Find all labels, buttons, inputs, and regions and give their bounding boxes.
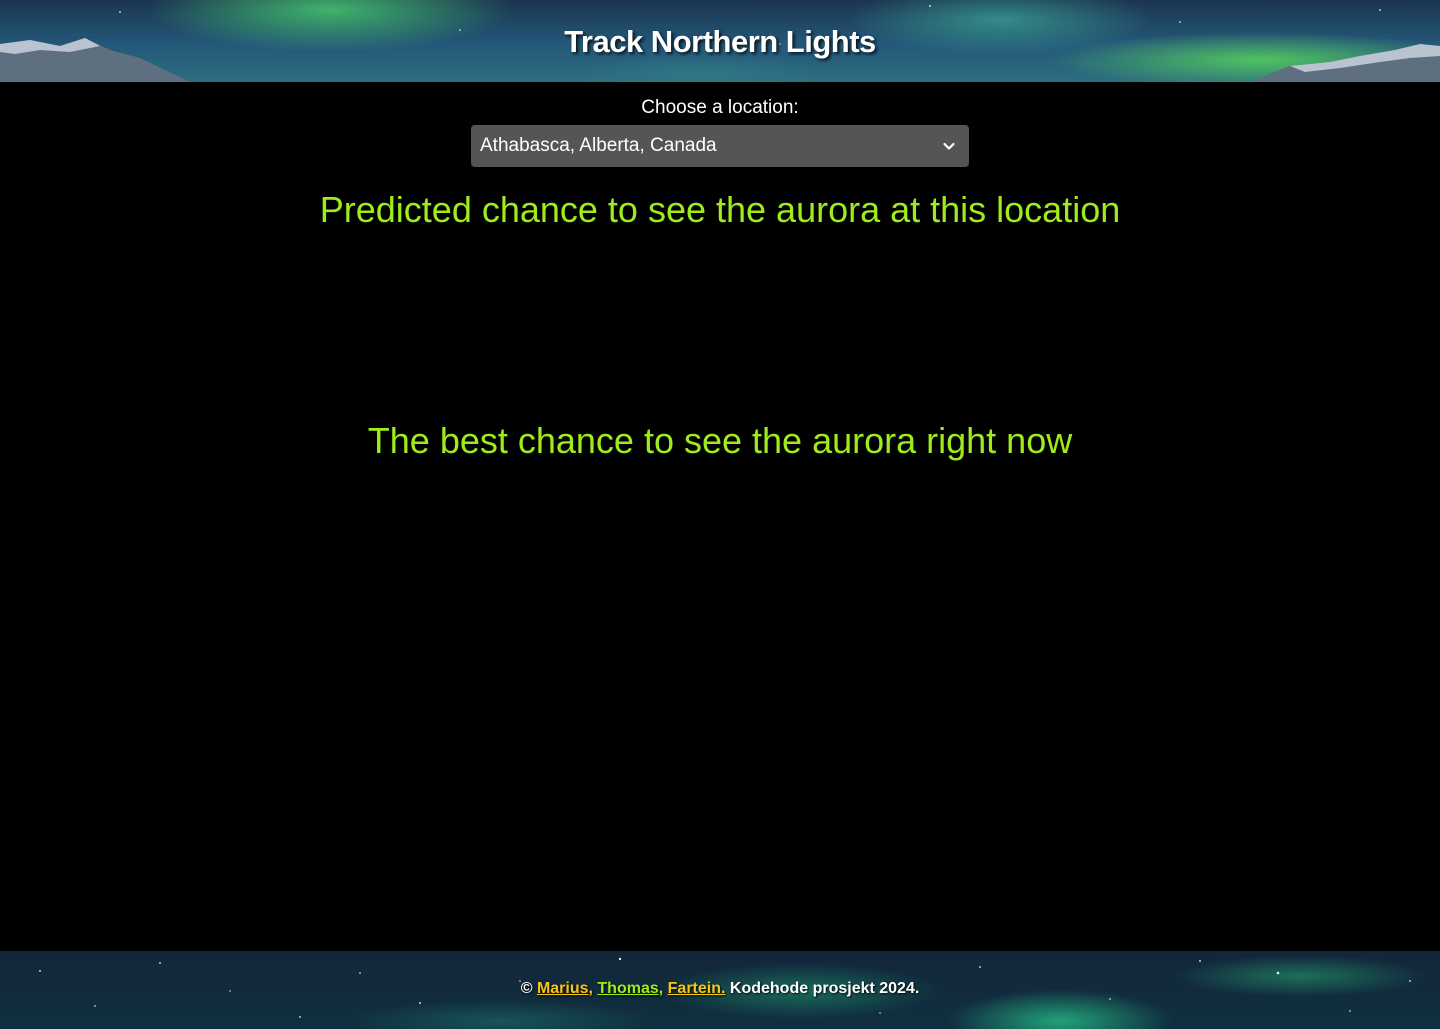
chevron-down-icon [943, 142, 955, 150]
copyright-symbol: © [520, 980, 533, 997]
author-link-fartein[interactable]: Fartein. [668, 980, 726, 997]
page: Track Northern Lights Choose a location:… [0, 0, 1440, 1029]
location-select-value: Athabasca, Alberta, Canada [480, 135, 717, 156]
location-label: Choose a location: [641, 97, 799, 118]
site-title: Track Northern Lights [564, 24, 876, 59]
author-link-thomas[interactable]: Thomas, [597, 980, 663, 997]
author-link-marius[interactable]: Marius, [537, 980, 593, 997]
predicted-chance-heading: Predicted chance to see the aurora at th… [319, 189, 1121, 230]
location-select[interactable]: Athabasca, Alberta, Canada [471, 125, 969, 167]
best-chance-heading: The best chance to see the aurora right … [367, 420, 1073, 461]
site-header: Track Northern Lights [0, 0, 1440, 82]
footer-credits: © Marius, Thomas, Fartein. Kodehode pros… [0, 951, 1440, 1029]
site-footer: © Marius, Thomas, Fartein. Kodehode pros… [0, 951, 1440, 1029]
footer-project-text: Kodehode prosjekt 2024. [729, 980, 920, 997]
